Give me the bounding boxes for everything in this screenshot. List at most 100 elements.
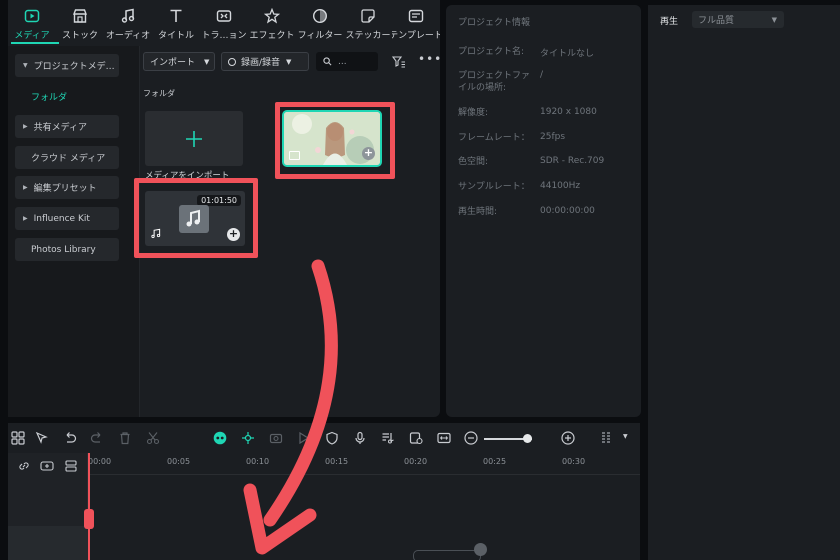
zoom-in-icon[interactable]	[561, 431, 575, 445]
chevron-down-icon: ▼	[771, 15, 777, 24]
zoom-out-icon[interactable]	[464, 431, 478, 445]
record-dropdown[interactable]: 録画/録音 ▼	[221, 52, 309, 71]
select-pointer-icon[interactable]	[35, 431, 49, 445]
info-label: 再生時間:	[458, 207, 498, 217]
tab-transition[interactable]: トラ…ョン	[200, 0, 248, 42]
sidebar-item-shared-media[interactable]: ▶ 共有メディア	[15, 115, 119, 138]
clip-speed-icon[interactable]	[409, 431, 423, 445]
info-label: 色空間:	[458, 157, 489, 167]
playhead[interactable]	[88, 453, 90, 560]
record-icon	[228, 57, 236, 66]
timeline-ruler: 00:00 00:05 00:10 00:15 00:20 00:25 00:3…	[88, 453, 640, 475]
tab-effect[interactable]: エフェクト	[248, 0, 296, 42]
microphone-icon[interactable]	[353, 431, 367, 445]
title-t-icon	[170, 9, 182, 22]
info-label: 解像度:	[458, 108, 489, 118]
ruler-tick: 00:30	[562, 457, 586, 466]
tab-label: ストック	[61, 31, 98, 41]
tab-title[interactable]: タイトル	[152, 0, 200, 42]
more-options-icon[interactable]: •••	[418, 53, 442, 65]
zoom-slider-thumb[interactable]	[523, 434, 532, 443]
sidebar-item-influence-kit[interactable]: ▶ Influence Kit	[15, 207, 119, 230]
tab-stock[interactable]: ストック	[56, 0, 104, 42]
tool-tabs: メディア ストック オーディオ タイトル トラ…ョン エフェクト フィルター ス…	[8, 0, 440, 42]
add-track-icon[interactable]	[40, 459, 54, 473]
tab-audio[interactable]: オーディオ	[104, 0, 152, 42]
stock-icon	[72, 9, 88, 23]
caret-right-icon: ▶	[23, 215, 28, 222]
app-window: メディア ストック オーディオ タイトル トラ…ョン エフェクト フィルター ス…	[0, 0, 840, 560]
sidebar-item-label: クラウド メディア	[31, 154, 106, 164]
audio-list-icon[interactable]	[381, 431, 395, 445]
drop-target-ghost	[413, 550, 481, 560]
sidebar-item-photos-library[interactable]: Photos Library	[15, 238, 119, 261]
active-tab-indicator	[11, 42, 59, 44]
info-value-color-space: SDR - Rec.709	[540, 156, 605, 166]
plus-icon	[186, 130, 202, 147]
import-media-tile[interactable]	[145, 111, 243, 166]
track-manager-icon[interactable]	[64, 459, 78, 473]
chevron-down-icon: ▼	[204, 57, 210, 66]
transition-icon	[216, 10, 232, 22]
tab-label: トラ…ョン	[201, 31, 247, 41]
tab-label: エフェクト	[249, 31, 295, 41]
info-value-frame-rate: 25fps	[540, 132, 566, 142]
tab-label: タイトル	[157, 31, 194, 41]
filter-sort-icon[interactable]	[391, 54, 406, 68]
fit-width-icon[interactable]	[437, 431, 451, 445]
sidebar-item-project-media[interactable]: ▼ プロジェクトメデ…	[15, 54, 119, 77]
music-note-icon	[121, 8, 135, 23]
quality-dropdown[interactable]: フル品質 ▼	[692, 11, 784, 28]
project-info-panel: プロジェクト情報 プロジェクト名: タイトルなし プロジェクトファイルの場所: …	[446, 5, 641, 417]
import-label: インポート	[150, 58, 196, 68]
media-sidebar: ▼ プロジェクトメデ… フォルダ ▶ 共有メディア クラウド メディア ▶ 編集…	[8, 46, 140, 417]
info-value-project-name: タイトルなし	[540, 49, 595, 59]
sidebar-item-label: Influence Kit	[33, 213, 90, 224]
chevron-down-icon[interactable]: ▼	[623, 433, 628, 440]
tab-template[interactable]: テンプレート	[392, 0, 440, 42]
info-label: フレームレート：	[458, 133, 530, 143]
search-icon	[323, 57, 332, 66]
layout-grid-icon[interactable]	[11, 431, 25, 445]
ai-assistant-icon[interactable]	[213, 431, 227, 445]
track-height-icon[interactable]	[600, 431, 614, 445]
folder-heading: フォルダ	[143, 89, 175, 98]
info-value-sample-rate: 44100Hz	[540, 181, 581, 191]
tab-label: フィルター	[297, 31, 343, 41]
sidebar-item-cloud-media[interactable]: クラウド メディア	[15, 146, 119, 169]
caret-down-icon: ▼	[23, 62, 28, 69]
tab-media[interactable]: メディア	[8, 0, 56, 42]
play-mark-icon[interactable]	[297, 431, 311, 445]
tab-label: メディア	[14, 31, 50, 41]
snap-magnet-icon[interactable]	[241, 431, 255, 445]
info-label: プロジェクトファイルの場所:	[458, 71, 531, 93]
sidebar-item-label: プロジェクトメデ…	[33, 62, 115, 72]
track-header	[8, 526, 88, 560]
caret-right-icon: ▶	[23, 123, 28, 130]
project-info-title: プロジェクト情報	[458, 18, 531, 28]
media-icon	[24, 9, 40, 23]
info-value-file-location: /	[540, 70, 544, 80]
keyframe-icon[interactable]	[269, 431, 283, 445]
tab-sticker[interactable]: ステッカー	[344, 0, 392, 42]
ruler-tick: 00:25	[483, 457, 507, 466]
sidebar-item-folder[interactable]: フォルダ	[31, 90, 67, 103]
scissors-icon[interactable]	[146, 431, 160, 445]
highlight-box-video	[275, 102, 395, 179]
import-dropdown[interactable]: インポート ▼	[143, 52, 215, 71]
info-value-resolution: 1920 x 1080	[540, 107, 597, 117]
tab-filter[interactable]: フィルター	[296, 0, 344, 42]
tab-label: オーディオ	[105, 31, 151, 41]
sidebar-item-edit-presets[interactable]: ▶ 編集プリセット	[15, 176, 119, 199]
search-input[interactable]: ...	[316, 52, 378, 71]
shield-icon[interactable]	[325, 431, 339, 445]
ruler-tick: 00:10	[246, 457, 270, 466]
trash-icon[interactable]	[118, 431, 132, 445]
filter-icon	[312, 8, 328, 24]
playhead-handle[interactable]	[84, 509, 94, 529]
track-header-column	[8, 453, 88, 560]
redo-icon[interactable]	[90, 431, 104, 445]
link-icon[interactable]	[17, 459, 31, 473]
record-label: 録画/録音	[241, 58, 281, 68]
undo-icon[interactable]	[63, 431, 77, 445]
